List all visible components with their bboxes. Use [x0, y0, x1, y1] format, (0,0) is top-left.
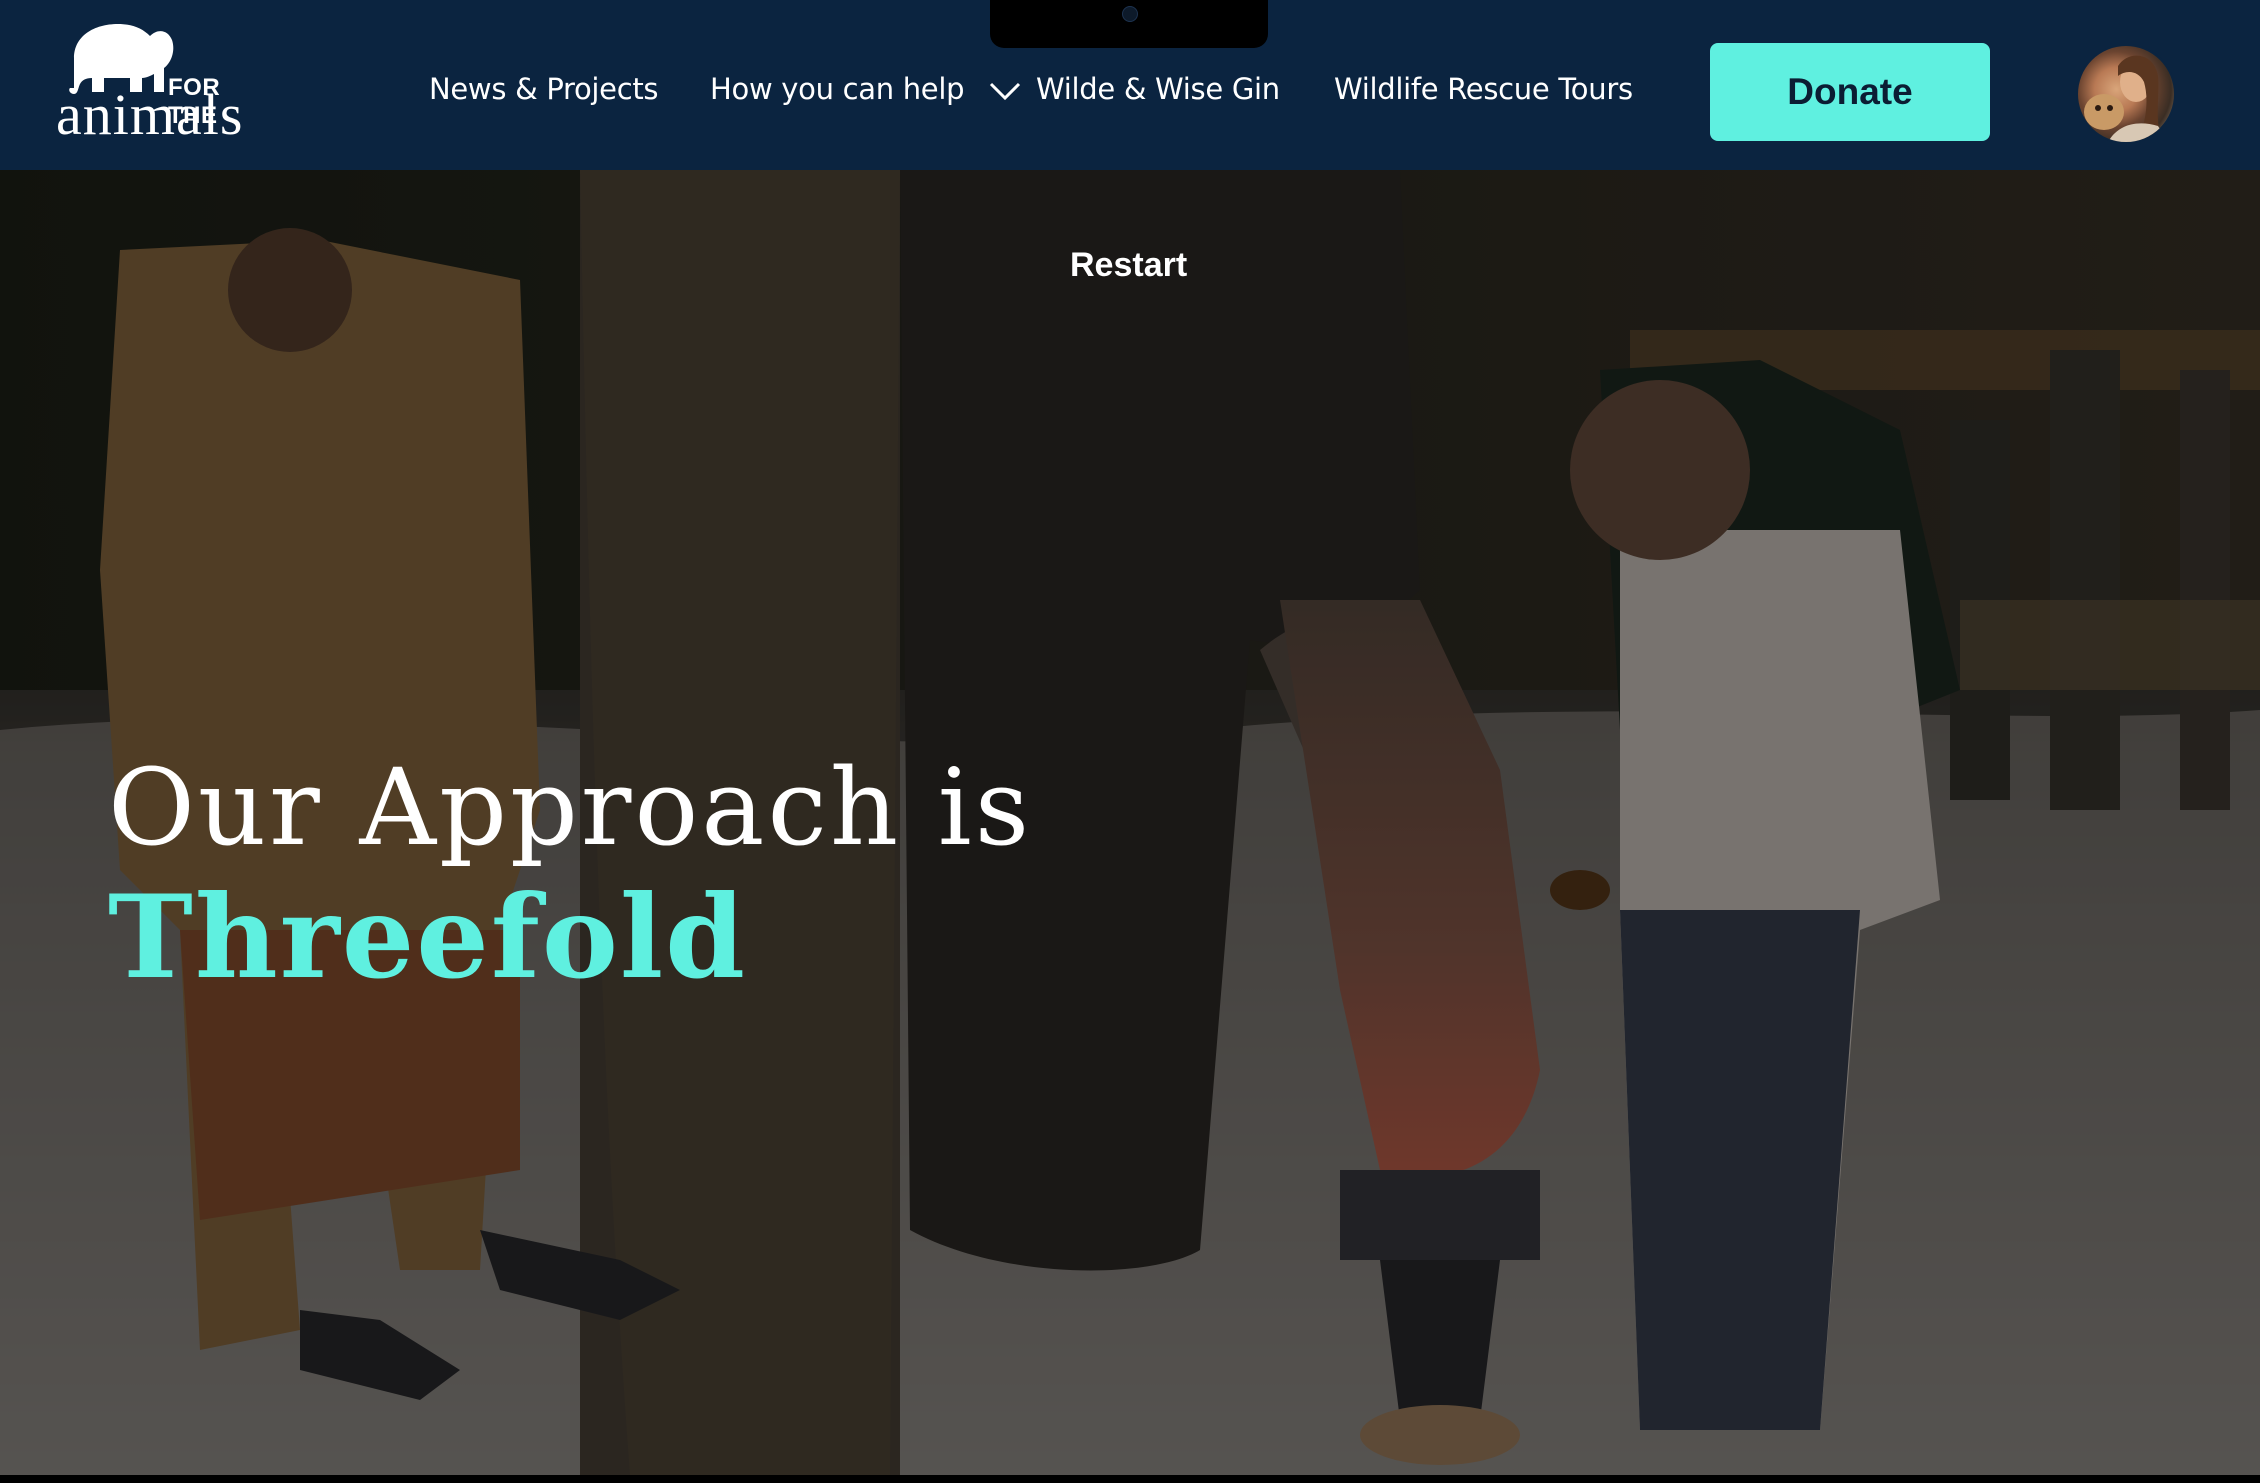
avatar-photo: [2084, 55, 2168, 142]
nav-wilde-wise-gin[interactable]: Wilde & Wise Gin: [1036, 72, 1280, 106]
logo-text-animals: animals: [56, 82, 244, 147]
nav-wildlife-rescue-tours[interactable]: Wildlife Rescue Tours: [1334, 72, 1633, 106]
nav-label: How you can help: [710, 72, 965, 106]
nav-label: Wilde & Wise Gin: [1036, 72, 1280, 106]
nav-label: Wildlife Rescue Tours: [1334, 72, 1633, 106]
site-logo[interactable]: FOR THE animals: [56, 18, 260, 144]
donate-button[interactable]: Donate: [1710, 43, 1990, 141]
hero-heading-line2: Threefold: [108, 870, 747, 1004]
hero-heading-line1: Our Approach is: [108, 746, 1033, 869]
camera-notch: [990, 0, 1268, 48]
app-window: FOR THE animals News & Projects How you …: [0, 0, 2260, 1483]
camera-icon: [1122, 6, 1138, 22]
nav-label: News & Projects: [429, 72, 659, 106]
nav-news-projects[interactable]: News & Projects: [429, 72, 659, 106]
chevron-down-icon[interactable]: [989, 81, 1021, 101]
restart-button[interactable]: Restart: [1070, 246, 1187, 285]
user-avatar[interactable]: [2076, 44, 2176, 144]
window-bottom-edge: [0, 1475, 2260, 1483]
site-header: FOR THE animals News & Projects How you …: [0, 0, 2260, 170]
nav-how-you-can-help[interactable]: How you can help: [710, 72, 1021, 106]
